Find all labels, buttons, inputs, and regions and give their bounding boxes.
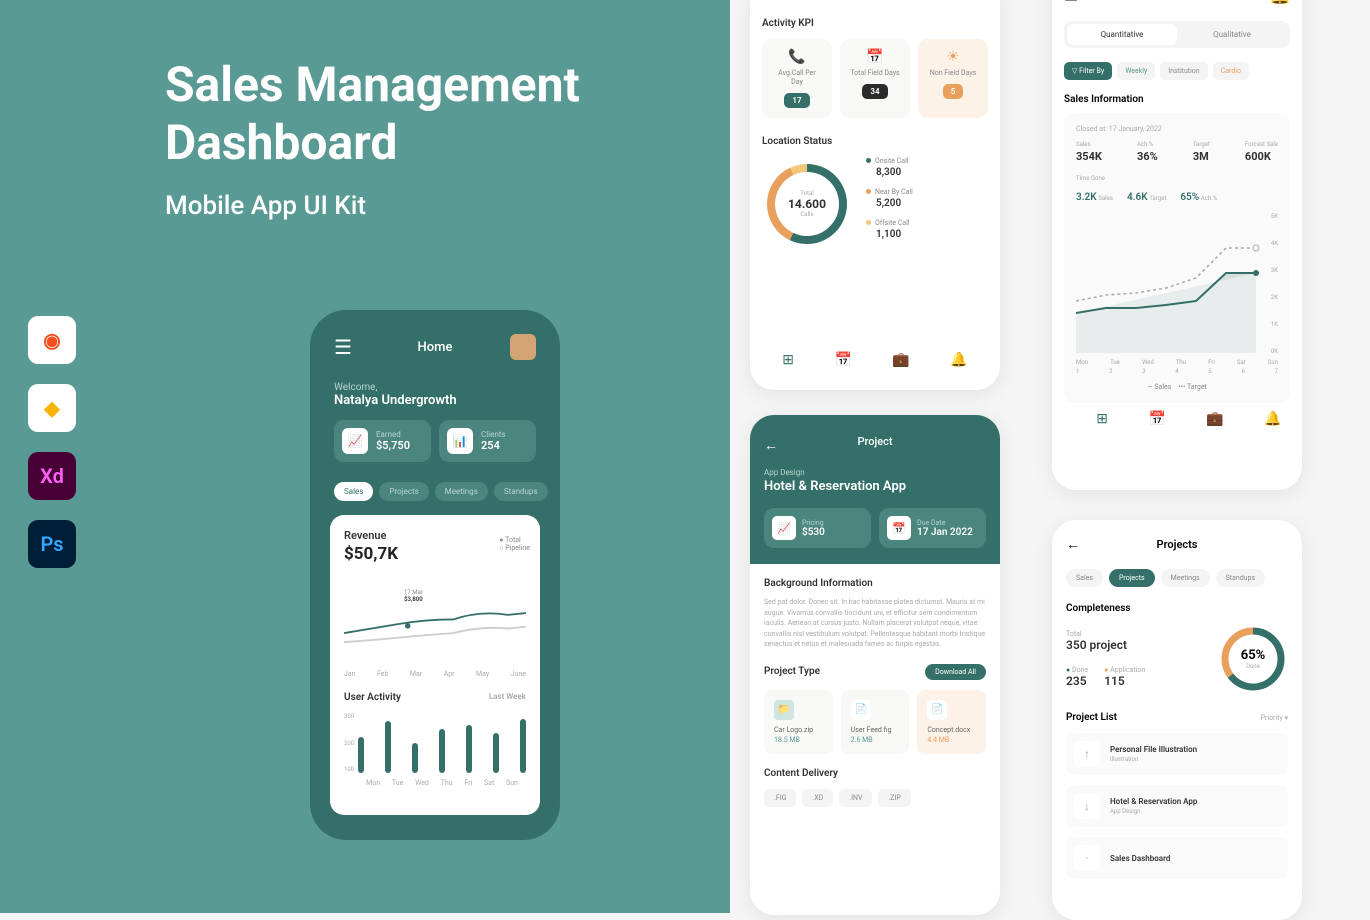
nav-briefcase-icon[interactable]: 💼	[892, 352, 909, 368]
chart-icon: 📈	[772, 516, 796, 540]
filter-cardio[interactable]: Cardio	[1213, 62, 1249, 80]
ps-icon: Ps	[28, 520, 76, 568]
format-chip[interactable]: .INV	[839, 789, 872, 807]
sales-info-card: Closed at: 17 January, 2022 Sales354K Ac…	[1064, 113, 1290, 403]
filter-by-button[interactable]: ▽ Filter By	[1064, 62, 1112, 80]
back-icon[interactable]: ←	[1066, 536, 1080, 553]
file-card[interactable]: 📄 User Feed.fig2.6 MB	[841, 690, 910, 754]
file-card[interactable]: 📁 Car Logo.zip18.5 MB	[764, 690, 833, 754]
project-list-item[interactable]: · Sales Dashboard	[1066, 837, 1288, 879]
folder-icon: 📁	[774, 700, 794, 720]
bell-icon[interactable]: 🔔	[1270, 0, 1290, 5]
arrow-down-icon: ↓	[1074, 793, 1100, 819]
tab-standups[interactable]: Standups	[494, 482, 548, 501]
segment-tabs: Quantitative Qualitative	[1064, 21, 1290, 48]
pricing-card[interactable]: 📈 Pricing$530	[764, 508, 871, 548]
calendar-icon: 📅	[850, 49, 900, 65]
file-icon: 📄	[851, 700, 871, 720]
revenue-chart: 17 Mar $3,800	[344, 584, 526, 664]
duedate-card[interactable]: 📅 Due Date17 Jan 2022	[879, 508, 986, 548]
phone-icon: 📞	[772, 49, 822, 65]
stat-clients[interactable]: 📊 Clients254	[439, 420, 536, 462]
format-chip[interactable]: .XD	[802, 789, 833, 807]
project-list-item[interactable]: ↑ Personal File IllustrationIllustration	[1066, 733, 1288, 775]
avatar[interactable]	[510, 334, 536, 360]
username: Natalya Undergrowth	[318, 393, 552, 408]
menu-icon[interactable]: ☰	[334, 335, 352, 359]
nav-bell-icon[interactable]: 🔔	[950, 352, 967, 368]
sun-icon: ☀	[928, 49, 978, 65]
bottom-nav: ⊞ 📅 💼 🔔	[762, 342, 988, 378]
tab-meetings[interactable]: Meetings	[1161, 569, 1210, 587]
xd-icon: Xd	[28, 452, 76, 500]
sort-dropdown[interactable]: Priority ▾	[1261, 714, 1288, 722]
nav-briefcase-icon[interactable]: 💼	[1206, 411, 1223, 427]
tab-projects[interactable]: Projects	[1109, 569, 1155, 587]
hero-panel: ◉ ◆ Xd Ps Sales Management Dashboard Mob…	[0, 0, 730, 913]
format-chip[interactable]: .FIG	[764, 789, 796, 807]
tab-qualitative[interactable]: Qualitative	[1177, 24, 1287, 45]
project-list-item[interactable]: ↓ Hotel & Reservation AppApp Design	[1066, 785, 1288, 827]
phone-sales-info: ☰ Home 🔔 Quantitative Qualitative ▽ Filt…	[1052, 0, 1302, 490]
welcome-label: Welcome,	[318, 376, 552, 393]
arrow-icon: ·	[1074, 845, 1100, 871]
tab-standups[interactable]: Standups	[1216, 569, 1265, 587]
tab-meetings[interactable]: Meetings	[435, 482, 488, 501]
tab-projects[interactable]: Projects	[379, 482, 428, 501]
nav-calendar-icon[interactable]: 📅	[1148, 411, 1165, 427]
phone-kpi: Activity KPI 📞 Avg.Call Per Day 17 📅 Tot…	[750, 0, 1000, 390]
stat-earned[interactable]: 📈 Earned$5,750	[334, 420, 431, 462]
filter-weekly[interactable]: Weekly	[1117, 62, 1155, 80]
sales-line-chart: 5K4K3K2K1K0K	[1076, 213, 1278, 353]
hero-subtitle: Mobile App UI Kit	[165, 191, 730, 221]
kpi-card-nonfield[interactable]: ☀ Non Field Days 5	[918, 39, 988, 118]
tab-quantitative[interactable]: Quantitative	[1067, 24, 1177, 45]
back-icon[interactable]: ←	[764, 438, 778, 454]
revenue-card: Revenue $50,7K ● Total ○ Pipeline 17 Mar…	[330, 515, 540, 815]
file-icon: 📄	[927, 700, 947, 720]
page-title: Home	[418, 340, 453, 355]
phone-projects-list: ← Projects Sales Projects Meetings Stand…	[1052, 520, 1302, 920]
hero-title: Sales Management Dashboard	[165, 56, 730, 171]
tab-sales[interactable]: Sales	[1066, 569, 1103, 587]
chart-bar-icon: 📊	[447, 428, 473, 454]
tab-sales[interactable]: Sales	[334, 482, 373, 501]
completeness-donut: 65%Done	[1218, 624, 1288, 694]
kpi-card-fielddays[interactable]: 📅 Total Field Days 34	[840, 39, 910, 118]
nav-grid-icon[interactable]: ⊞	[782, 352, 794, 368]
format-chip[interactable]: .ZIP	[878, 789, 910, 807]
chart-line-icon: 📈	[342, 428, 368, 454]
location-donut-chart: Total 14.600 Calls	[762, 159, 852, 249]
figma-icon: ◉	[28, 316, 76, 364]
filter-institution[interactable]: Institution	[1160, 62, 1207, 80]
period-dropdown[interactable]: Last Week	[489, 692, 526, 703]
user-activity-chart	[358, 713, 526, 773]
nav-bell-icon[interactable]: 🔔	[1264, 411, 1281, 427]
revenue-legend: ● Total ○ Pipeline	[499, 536, 530, 552]
arrow-up-icon: ↑	[1074, 741, 1100, 767]
nav-calendar-icon[interactable]: 📅	[834, 352, 851, 368]
calendar-icon: 📅	[887, 516, 911, 540]
kpi-card-avgcall[interactable]: 📞 Avg.Call Per Day 17	[762, 39, 832, 118]
tool-icons: ◉ ◆ Xd Ps	[28, 316, 76, 568]
file-card[interactable]: 📄 Concept.docx4.4 MB	[917, 690, 986, 754]
download-all-button[interactable]: Download All	[925, 664, 986, 680]
sketch-icon: ◆	[28, 384, 76, 432]
menu-icon[interactable]: ☰	[1064, 0, 1078, 5]
location-legend: Onsite Call8,300 Near By Call5,200 Offsi…	[866, 157, 988, 250]
phone-project: ← Project App Design Hotel & Reservation…	[750, 415, 1000, 915]
phone-home: ☰ Home Welcome, Natalya Undergrowth 📈 Ea…	[310, 310, 560, 840]
nav-grid-icon[interactable]: ⊞	[1096, 411, 1108, 427]
